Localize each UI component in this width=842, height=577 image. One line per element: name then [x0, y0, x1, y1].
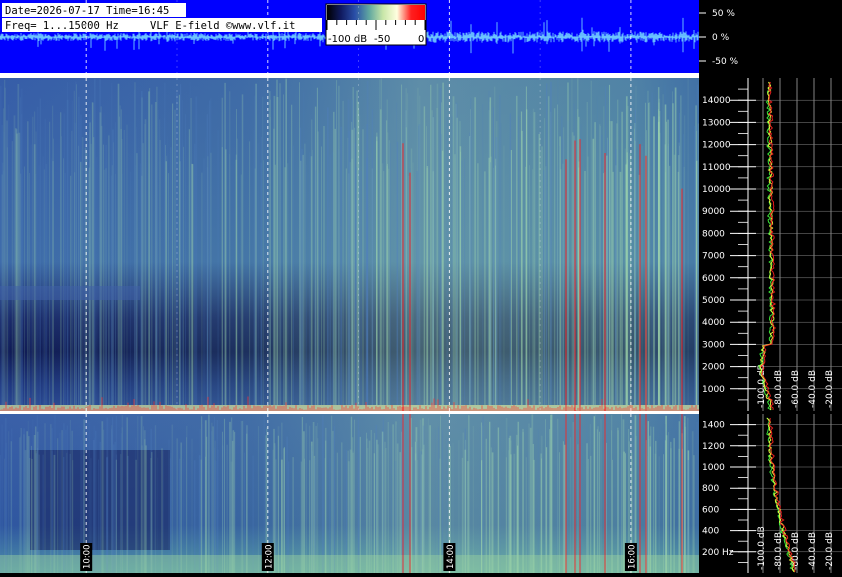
frequency-axis-upper-tick-label: 11000 [702, 163, 731, 173]
waveform-tick-label: -50 % [712, 57, 739, 67]
freq-range-label: Freq= 1...15000 Hz [5, 20, 119, 32]
right-axis-area: 50 % 0 % -50 % 14000 13000 12000 11000 10000 90… [699, 0, 842, 573]
panel-separator [0, 73, 699, 78]
time-label: 10:00 [83, 545, 93, 570]
vlf-spectrogram-display: Date=2026-07-17 Time=16:45 Freq= 1...150… [0, 0, 842, 573]
frequency-axis-upper-tick-label: 6000 [702, 274, 725, 284]
frequency-axis-lower-tick-label: 200 Hz [702, 548, 734, 558]
frequency-axis-upper-tick-label: 1000 [702, 385, 725, 395]
color-scale-bar [327, 5, 425, 20]
spectrum-lower-db-label: -80.0 dB [774, 532, 784, 570]
spectrogram-chart: Date=2026-07-17 Time=16:45 Freq= 1...150… [0, 0, 842, 573]
frequency-axis-upper-tick-label: 9000 [702, 207, 725, 217]
lower-panel-separator [0, 411, 699, 414]
source-label: VLF E-field ©www.vlf.it [150, 20, 295, 32]
frequency-axis-upper-tick-label: 14000 [702, 96, 731, 106]
frequency-axis-upper-tick-label: 4000 [702, 318, 725, 328]
frequency-axis-lower-tick-label: 400 [702, 527, 719, 537]
frequency-axis-lower-tick-label: 1400 [702, 421, 725, 431]
time-label: 14:00 [446, 545, 456, 570]
spectrogram-lower-lowfreq-band [0, 555, 699, 573]
frequency-axis-upper-tick-label: 3000 [702, 340, 725, 350]
spectrogram-lower [0, 414, 699, 573]
frequency-axis-upper-tick-label: 7000 [702, 252, 725, 262]
frequency-axis-upper-tick-label: 13000 [702, 118, 731, 128]
spectrogram-upper-band [0, 286, 140, 300]
frequency-axis-lower-tick-label: 1000 [702, 463, 725, 473]
frequency-axis-lower-tick-label: 600 [702, 505, 719, 515]
time-label: 16:00 [627, 545, 637, 570]
color-scale: -100 dB -50 0 [325, 3, 427, 46]
frequency-axis-upper-tick-label: 12000 [702, 141, 731, 151]
time-label: 12:00 [264, 545, 274, 570]
date-time-label: Date=2026-07-17 Time=16:45 [5, 5, 169, 17]
spectrum-lower-db-label: -60.0 dB [791, 532, 801, 570]
frequency-axis-upper-tick-label: 5000 [702, 296, 725, 306]
spectrum-lower-db-label: -40.0 dB [808, 532, 818, 570]
frequency-axis-upper-tick-label: 8000 [702, 229, 725, 239]
frequency-axis-lower-tick-label: 800 [702, 484, 719, 494]
frequency-axis-upper-tick-label: 10000 [702, 185, 731, 195]
spectrogram-upper [0, 78, 700, 412]
waveform-tick-label: 50 % [712, 9, 735, 19]
color-scale-max-label: 0 [418, 34, 424, 45]
frequency-axis-lower-tick-label: 1200 [702, 442, 725, 452]
color-scale-min-label: -100 dB [328, 34, 367, 45]
spectrum-lower-db-label: -100.0 dB [757, 526, 767, 570]
waveform-tick-label: 0 % [712, 33, 730, 43]
frequency-axis-upper-tick-label: 2000 [702, 363, 725, 373]
color-scale-mid-label: -50 [374, 34, 390, 45]
spectrum-lower-db-label: -20.0 dB [825, 532, 835, 570]
